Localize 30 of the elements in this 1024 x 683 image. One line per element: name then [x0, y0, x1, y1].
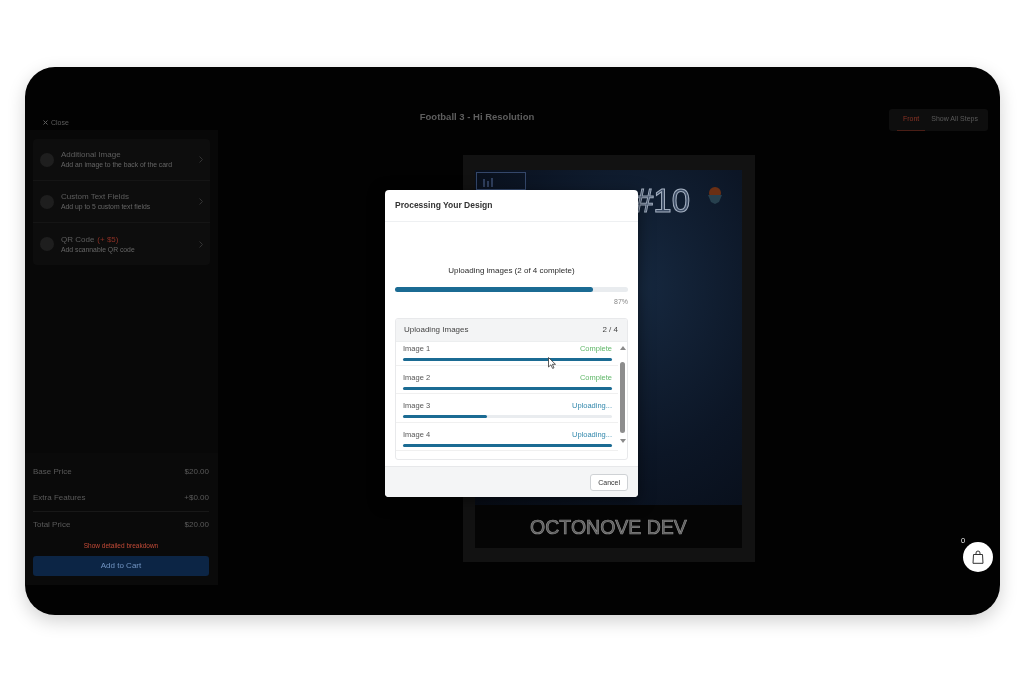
option-title: Additional Image	[61, 150, 121, 159]
chevron-icon[interactable]	[199, 156, 203, 163]
scroll-up-icon[interactable]	[619, 346, 626, 350]
chevron-icon[interactable]	[199, 198, 203, 205]
emblem-icon	[707, 187, 723, 204]
price-value: $20.00	[184, 466, 209, 478]
option-title: Custom Text Fields	[61, 192, 129, 201]
price-value: $20.00	[184, 519, 209, 531]
upload-status-text: Uploading images (2 of 4 complete)	[448, 266, 575, 275]
add-to-cart-button[interactable]: Add to Cart	[33, 556, 209, 576]
mouse-pointer-icon	[548, 357, 556, 369]
framed-bars-icon	[476, 172, 526, 190]
cart-button[interactable]	[963, 542, 993, 572]
uploads-count: 2 / 4	[602, 324, 618, 336]
close-icon	[43, 120, 48, 125]
price-label: Extra Features	[33, 492, 86, 504]
uploads-title: Uploading Images	[404, 324, 469, 336]
scroll-down-icon[interactable]	[619, 439, 626, 443]
option-price: (+ $5)	[97, 234, 119, 244]
dialog-title: Processing Your Design	[395, 199, 493, 212]
option-title: QR Code	[61, 234, 95, 244]
chevron-icon[interactable]	[199, 240, 203, 248]
scrollbar-thumb[interactable]	[620, 362, 625, 433]
player-name: OCTONOVE DEV	[530, 514, 687, 539]
price-value: +$0.00	[184, 492, 209, 504]
shopping-bag-icon	[972, 550, 984, 564]
price-label: Base Price	[33, 466, 72, 478]
page-title: Football 3 - Hi Resolution	[419, 111, 535, 122]
jersey-number: #10	[634, 184, 690, 217]
price-label: Total Price	[33, 519, 71, 531]
